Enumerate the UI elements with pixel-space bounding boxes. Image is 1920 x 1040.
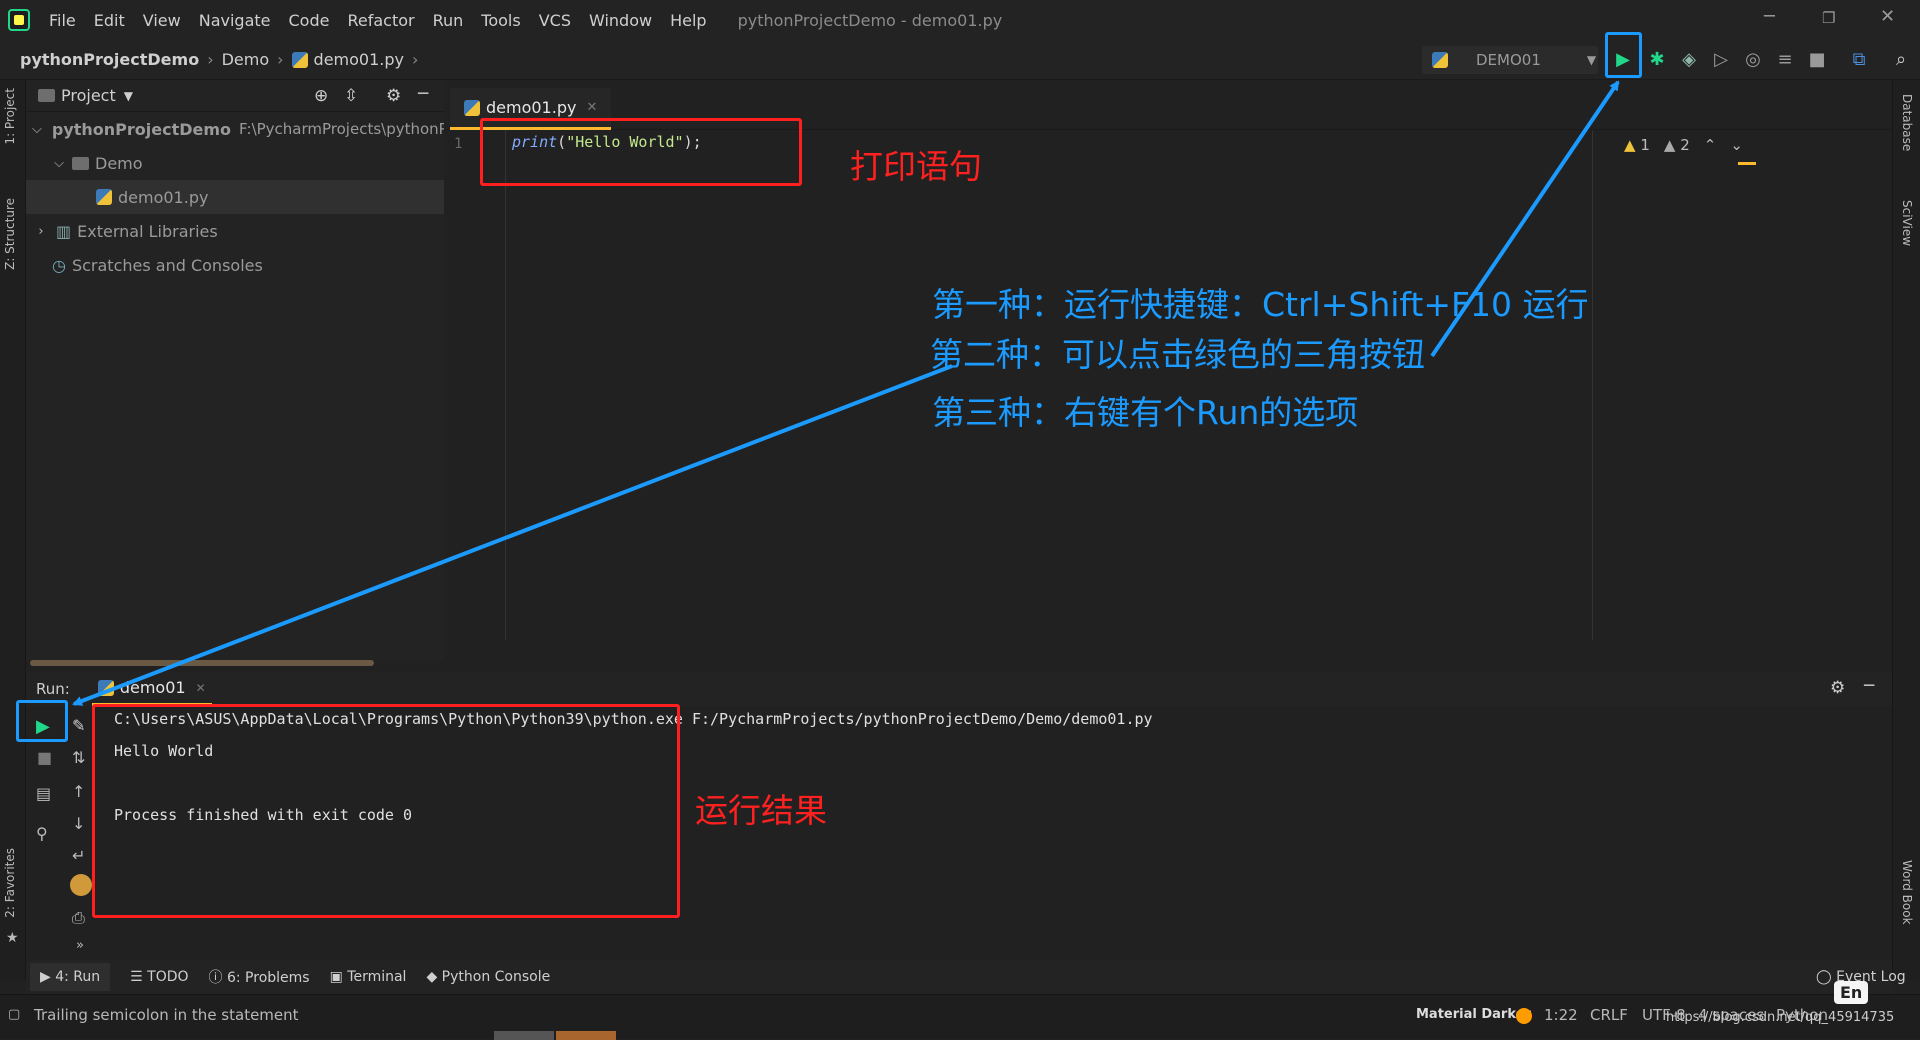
tab-run[interactable]: ▶ 4: Run bbox=[30, 963, 111, 991]
theme-indicator-icon bbox=[1516, 1008, 1532, 1024]
tab-problems[interactable]: ⓘ 6: Problems bbox=[209, 967, 310, 987]
tab-python-console-label: Python Console bbox=[441, 969, 551, 985]
line-separator[interactable]: CRLF bbox=[1590, 1006, 1628, 1024]
arrow-to-run-button bbox=[1430, 80, 1620, 358]
theme-name[interactable]: Material Darker bbox=[1416, 1007, 1531, 1022]
tab-python-console[interactable]: ◆ Python Console bbox=[426, 969, 550, 985]
caret-position[interactable]: 1:22 bbox=[1544, 1006, 1578, 1024]
bottom-tool-tabs: ▶ 4: Run ☰ TODO ⓘ 6: Problems ▣ Terminal… bbox=[26, 960, 1906, 994]
tab-problems-label: 6: Problems bbox=[226, 970, 310, 986]
status-message: Trailing semicolon in the statement bbox=[34, 1006, 299, 1024]
tab-terminal-label: Terminal bbox=[347, 969, 407, 985]
annotation-arrows bbox=[72, 80, 1620, 706]
watermark: https://blog.csdn.net/qq_45914735 bbox=[1666, 1010, 1895, 1025]
status-toggle-icon[interactable]: ▢ bbox=[8, 1007, 20, 1022]
tab-run-label: 4: Run bbox=[55, 969, 101, 985]
ime-indicator[interactable]: En bbox=[1834, 981, 1869, 1004]
tab-todo-label: TODO bbox=[147, 969, 189, 985]
status-bar: ▢ Trailing semicolon in the statement Ma… bbox=[0, 981, 1920, 1040]
tab-terminal[interactable]: ▣ Terminal bbox=[330, 969, 407, 985]
tab-todo[interactable]: ☰ TODO bbox=[130, 969, 188, 985]
arrow-to-rerun-button bbox=[72, 364, 953, 706]
